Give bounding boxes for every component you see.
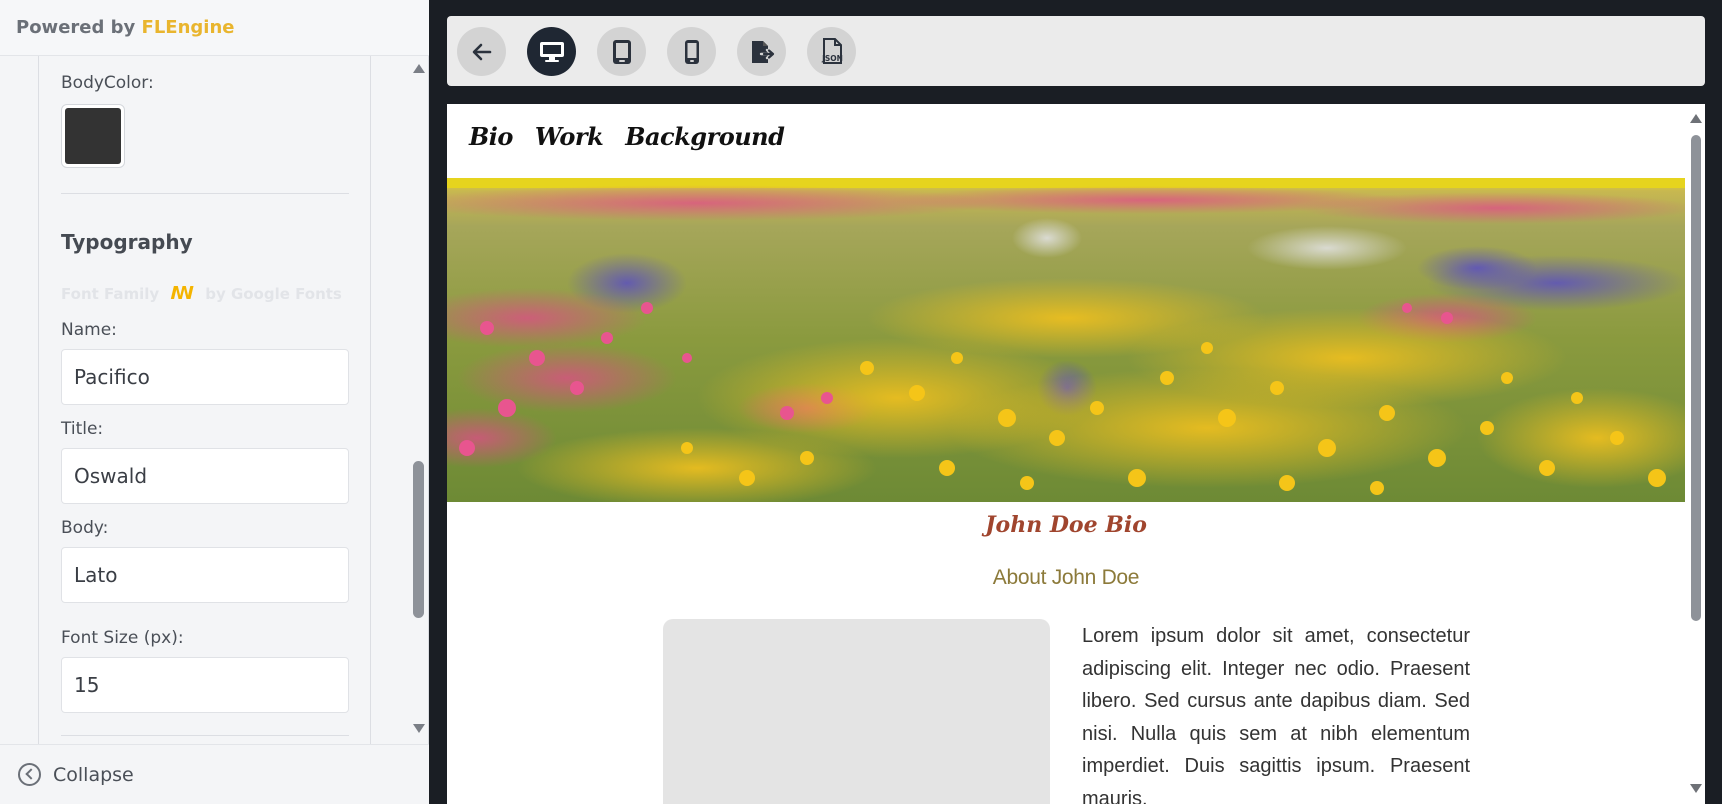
settings-panel: Powered by FLEngine BodyColor: Typograph…	[0, 0, 429, 804]
back-arrow-icon	[472, 43, 491, 60]
scroll-up-arrow-icon[interactable]	[1690, 114, 1702, 123]
nav-work-link[interactable]: Work	[535, 122, 604, 151]
preview-toolbar: JSON	[447, 16, 1705, 86]
panel-content: BodyColor: Typography Font Family ꟿ by G…	[38, 56, 371, 744]
brand-prefix: Powered by	[16, 17, 136, 38]
name-font-input[interactable]: Pacifico	[61, 349, 349, 405]
site-preview: Bio Work Background John Doe Bio About J…	[447, 104, 1705, 804]
collapse-button[interactable]: Collapse	[18, 763, 134, 786]
bio-title: John Doe Bio	[985, 512, 1147, 538]
export-button[interactable]	[737, 27, 786, 76]
powered-by-brand: Powered by FLEngine	[16, 17, 234, 38]
bio-paragraph: Lorem ipsum dolor sit amet, consectetur …	[1082, 625, 1470, 804]
about-title: About John Doe	[992, 566, 1140, 589]
scroll-down-arrow-icon[interactable]	[413, 724, 425, 733]
json-export-button[interactable]: JSON	[807, 27, 856, 76]
desktop-icon	[539, 41, 564, 62]
hero-flower-field-image	[447, 178, 1685, 502]
section-divider	[61, 193, 349, 194]
scrollbar-thumb[interactable]	[413, 461, 424, 618]
body-font-label: Body:	[61, 518, 109, 538]
scroll-down-arrow-icon[interactable]	[1690, 784, 1702, 793]
body-font-input[interactable]: Lato	[61, 547, 349, 603]
mobile-view-button[interactable]	[667, 27, 716, 76]
google-fonts-label: by Google Fonts	[205, 285, 342, 303]
font-size-input[interactable]: 15	[61, 657, 349, 713]
typography-title: Typography	[61, 230, 193, 254]
collapse-bar: Collapse	[0, 744, 429, 804]
nav-background-link[interactable]: Background	[625, 122, 785, 151]
body-color-swatch[interactable]	[65, 108, 121, 164]
flower-field-illustration	[447, 178, 1685, 502]
font-family-heading: Font Family ꟿ by Google Fonts	[61, 284, 342, 304]
scroll-up-arrow-icon[interactable]	[413, 64, 425, 73]
name-font-label: Name:	[61, 320, 117, 340]
panel-scrollbar[interactable]	[410, 56, 426, 744]
tablet-view-button[interactable]	[597, 27, 646, 76]
back-button[interactable]	[457, 27, 506, 76]
preview-area: JSON Bio Work Background John Doe Bio Ab…	[430, 0, 1722, 804]
brand-bar: Powered by FLEngine	[0, 0, 429, 56]
bio-image-placeholder	[663, 619, 1050, 804]
font-family-label: Font Family	[61, 285, 160, 303]
title-font-input[interactable]: Oswald	[61, 448, 349, 504]
section-divider	[61, 735, 349, 736]
nav-bio-link[interactable]: Bio	[469, 122, 513, 151]
mobile-icon	[684, 39, 699, 64]
google-fonts-icon: ꟿ	[170, 283, 195, 304]
panel-scroll-area[interactable]: BodyColor: Typography Font Family ꟿ by G…	[0, 56, 429, 744]
site-nav: Bio Work Background	[469, 122, 785, 151]
brand-name: FLEngine	[141, 17, 235, 38]
title-font-label: Title:	[61, 419, 104, 439]
export-icon	[751, 40, 774, 63]
json-file-icon: JSON	[821, 37, 843, 64]
preview-scrollbar[interactable]	[1687, 104, 1705, 804]
font-size-label: Font Size (px):	[61, 628, 184, 648]
json-label: JSON	[821, 54, 843, 63]
body-color-label: BodyColor:	[61, 73, 154, 93]
preview-scrollbar-thumb[interactable]	[1691, 135, 1701, 621]
chevron-left-circle-icon	[18, 763, 41, 786]
collapse-label: Collapse	[53, 763, 134, 786]
tablet-icon	[612, 39, 631, 64]
desktop-view-button[interactable]	[527, 27, 576, 76]
body-color-picker[interactable]	[61, 104, 125, 168]
